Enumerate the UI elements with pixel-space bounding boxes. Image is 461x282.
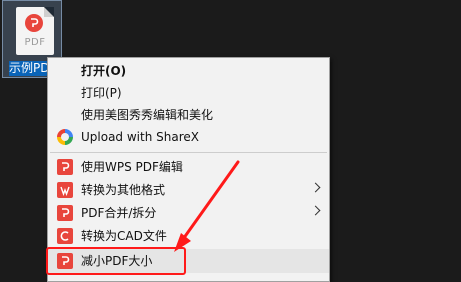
annotation-arrow: [174, 160, 240, 252]
